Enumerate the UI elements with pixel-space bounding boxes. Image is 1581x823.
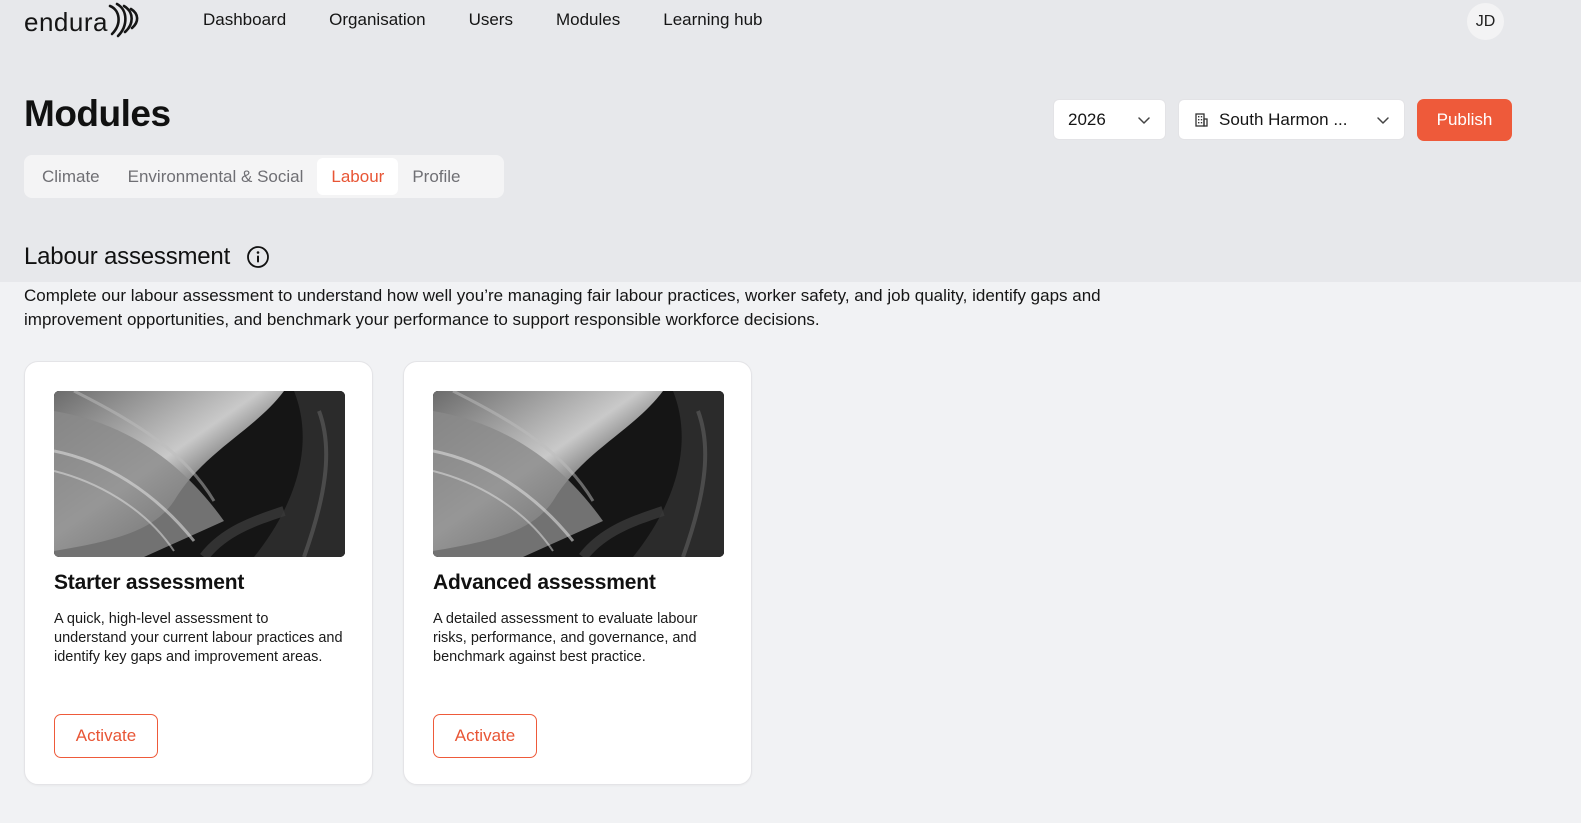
info-icon[interactable]	[246, 245, 270, 269]
logo-mark-icon	[108, 2, 139, 38]
card-image	[54, 391, 345, 557]
page-title: Modules	[24, 93, 171, 134]
user-avatar[interactable]: JD	[1467, 3, 1504, 40]
tab-climate[interactable]: Climate	[28, 158, 114, 195]
primary-nav: Dashboard Organisation Users Modules Lea…	[203, 10, 806, 30]
organisation-select[interactable]: South Harmon ...	[1178, 99, 1405, 140]
page-controls: 2026 South Harmon ... Publish	[1053, 99, 1512, 141]
module-tabs: Climate Environmental & Social Labour Pr…	[24, 155, 504, 198]
year-select-value: 2026	[1068, 109, 1106, 129]
card-title: Advanced assessment	[433, 571, 656, 594]
section-heading: Labour assessment	[24, 243, 270, 271]
card-description: A quick, high-level assessment to unders…	[54, 611, 343, 665]
chevron-down-icon	[1138, 116, 1150, 124]
nav-users[interactable]: Users	[469, 10, 513, 30]
organisation-select-value: South Harmon ...	[1219, 109, 1348, 129]
nav-learning-hub[interactable]: Learning hub	[663, 10, 762, 30]
tab-profile[interactable]: Profile	[398, 158, 474, 195]
year-select[interactable]: 2026	[1053, 99, 1166, 140]
logo-wordmark: endura	[24, 6, 108, 37]
tab-labour[interactable]: Labour	[317, 158, 399, 195]
section-description: Complete our labour assessment to unders…	[24, 286, 1101, 329]
section-title: Labour assessment	[24, 243, 231, 270]
tab-environmental-social[interactable]: Environmental & Social	[114, 158, 318, 195]
card-image	[433, 391, 724, 557]
nav-dashboard[interactable]: Dashboard	[203, 10, 286, 30]
nav-organisation[interactable]: Organisation	[329, 10, 425, 30]
publish-button[interactable]: Publish	[1417, 99, 1512, 141]
chevron-down-icon	[1377, 116, 1389, 124]
activate-button[interactable]: Activate	[433, 714, 537, 758]
top-navbar: endura Dashboard Organisation Users Modu…	[0, 0, 1581, 44]
nav-modules[interactable]: Modules	[556, 10, 620, 30]
card-title: Starter assessment	[54, 571, 245, 594]
starter-assessment-card: Starter assessment A quick, high-level a…	[24, 361, 373, 785]
endura-logo[interactable]: endura	[24, 2, 144, 42]
advanced-assessment-card: Advanced assessment A detailed assessmen…	[403, 361, 752, 785]
building-icon	[1195, 112, 1208, 127]
activate-button[interactable]: Activate	[54, 714, 158, 758]
card-description: A detailed assessment to evaluate labour…	[433, 611, 698, 665]
